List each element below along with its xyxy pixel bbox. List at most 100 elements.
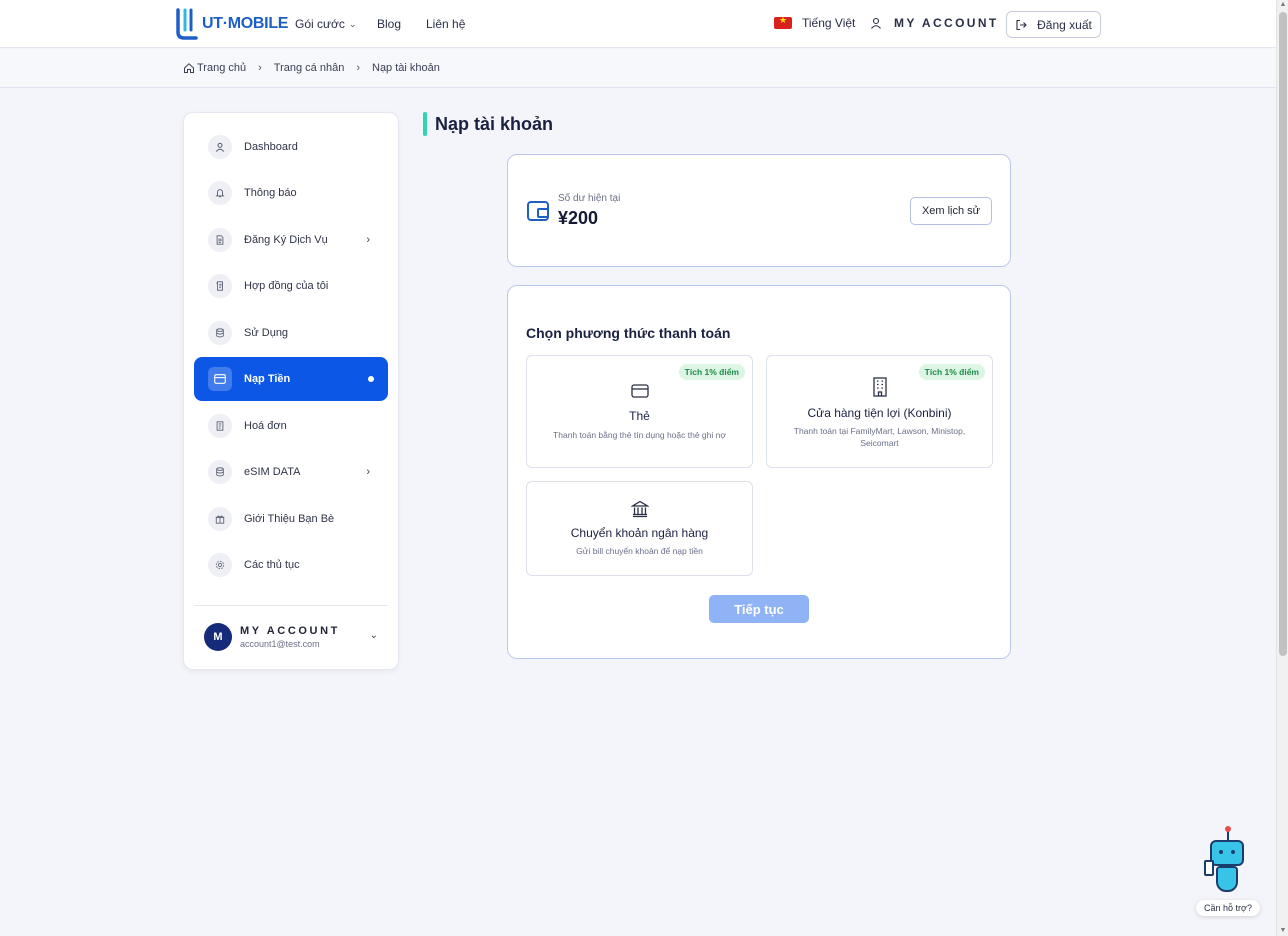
database-icon	[208, 321, 232, 345]
payment-option-bank-transfer[interactable]: Chuyển khoản ngân hàng Gửi bill chuyển k…	[526, 481, 753, 576]
scroll-down-arrow-icon[interactable]: ▼	[1279, 927, 1287, 935]
home-icon	[184, 63, 194, 73]
sidebar-item-label: Các thủ tục	[244, 559, 300, 571]
scrollbar-thumb[interactable]	[1279, 12, 1287, 656]
payment-option-desc: Thanh toán bằng thẻ tín dụng hoặc thẻ gh…	[553, 430, 726, 440]
user-email: account1@test.com	[240, 639, 320, 649]
sidebar-item-label: Sử Dụng	[244, 327, 289, 339]
wallet-icon	[527, 201, 549, 221]
active-indicator-dot	[368, 376, 374, 382]
brand-logo[interactable]: UT·MOBILE	[176, 8, 288, 40]
sidebar-user-menu[interactable]: M MY ACCOUNT account1@test.com ⌄	[204, 621, 380, 653]
account-label: MY ACCOUNT	[894, 16, 999, 30]
scrollbar[interactable]: ▲ ▼	[1276, 0, 1288, 936]
chevron-right-icon: ›	[366, 466, 370, 478]
logout-button[interactable]: Đăng xuất	[1006, 11, 1101, 38]
view-history-button[interactable]: Xem lịch sử	[910, 197, 992, 225]
phone-icon	[1204, 860, 1214, 876]
balance-value: ¥200	[558, 208, 599, 228]
document-icon	[208, 228, 232, 252]
nav-blog[interactable]: Blog	[377, 17, 401, 31]
breadcrumb-profile[interactable]: Trang cá nhân	[274, 62, 345, 74]
sidebar-item-esim-data[interactable]: eSIM DATA ›	[194, 450, 388, 494]
logo-mark-icon	[176, 8, 198, 40]
avatar: M	[204, 623, 232, 651]
robot-icon	[1210, 840, 1244, 866]
invoice-icon	[208, 414, 232, 438]
logo-text: UT·MOBILE	[202, 15, 289, 32]
account-menu[interactable]: MY ACCOUNT	[870, 16, 999, 30]
bell-icon	[208, 181, 232, 205]
payment-option-name: Cửa hàng tiện lợi (Konbini)	[807, 406, 952, 420]
robot-body	[1216, 866, 1238, 892]
chevron-right-icon: ›	[356, 62, 360, 74]
database-icon	[208, 460, 232, 484]
chevron-right-icon: ›	[366, 234, 370, 246]
sidebar-item-label: Hợp đồng của tôi	[244, 280, 329, 292]
payment-method-title: Chọn phương thức thanh toán	[526, 325, 731, 341]
sidebar: Dashboard Thông báo Đăng Ký Dịch Vụ › Hợ…	[183, 112, 399, 670]
chevron-down-icon: ⌄	[369, 630, 378, 641]
sidebar-item-label: Giới Thiệu Bạn Bè	[244, 513, 335, 525]
payment-option-name: Chuyển khoản ngân hàng	[570, 526, 709, 540]
user-icon	[871, 17, 881, 29]
breadcrumb-current: Nạp tài khoản	[372, 62, 440, 74]
language-switcher[interactable]: Tiếng Việt	[774, 15, 855, 30]
card-icon	[208, 367, 232, 391]
breadcrumb: Trang chủ › Trang cá nhân › Nạp tài khoả…	[183, 62, 440, 74]
payment-option-desc: Thanh toán tại FamilyMart, Lawson, Minis…	[793, 426, 966, 448]
gear-icon	[208, 553, 232, 577]
breadcrumb-bar: Trang chủ › Trang cá nhân › Nạp tài khoả…	[0, 49, 1276, 88]
payment-method-card: Chọn phương thức thanh toán Tích 1% điểm…	[507, 285, 1011, 659]
page-title: Nạp tài khoản	[435, 114, 554, 134]
contract-icon	[208, 274, 232, 298]
payment-option-desc: Gửi bill chuyển khoản để nạp tiền	[576, 546, 703, 556]
sidebar-item-dashboard[interactable]: Dashboard	[194, 125, 388, 169]
logout-icon	[1016, 19, 1027, 30]
payment-option-konbini[interactable]: Tích 1% điểm Cửa hàng tiện lợi (Konbini)…	[766, 355, 993, 468]
nav-lien-he[interactable]: Liên hệ	[426, 17, 465, 31]
payment-option-card[interactable]: Tích 1% điểm Thẻ Thanh toán bằng thẻ tín…	[526, 355, 753, 468]
sidebar-item-usage[interactable]: Sử Dụng	[194, 311, 388, 355]
gift-icon	[208, 507, 232, 531]
user-name: MY ACCOUNT	[240, 625, 340, 637]
robot-antenna	[1225, 826, 1231, 840]
chevron-right-icon: ›	[258, 62, 262, 74]
building-icon	[767, 377, 992, 402]
breadcrumb-home-label: Trang chủ	[197, 62, 247, 74]
nav-goi-cuoc-label: Gói cước	[295, 17, 345, 31]
bank-icon	[527, 500, 752, 523]
sidebar-item-procedures[interactable]: Các thủ tục	[194, 543, 388, 587]
balance-label: Số dư hiện tại	[558, 193, 621, 204]
sidebar-item-label: Thông báo	[244, 187, 297, 199]
sidebar-divider	[194, 605, 388, 606]
balance-card: Số dư hiện tại ¥200 Xem lịch sử	[507, 154, 1011, 267]
user-icon	[208, 135, 232, 159]
sidebar-item-invoices[interactable]: Hoá đơn	[194, 404, 388, 448]
top-header: UT·MOBILE Gói cước ⌄ Blog Liên hệ Tiếng …	[0, 0, 1276, 48]
scroll-up-arrow-icon[interactable]: ▲	[1279, 1, 1287, 9]
title-accent-bar	[423, 112, 427, 136]
sidebar-item-label: Nạp Tiền	[244, 373, 291, 385]
sidebar-item-label: Đăng Ký Dịch Vụ	[244, 234, 328, 246]
vietnam-flag-icon	[774, 15, 792, 29]
sidebar-item-contracts[interactable]: Hợp đồng của tôi	[194, 264, 388, 308]
sidebar-item-register-service[interactable]: Đăng Ký Dịch Vụ ›	[194, 218, 388, 262]
continue-button[interactable]: Tiếp tục	[709, 595, 809, 623]
nav-goi-cuoc[interactable]: Gói cước ⌄	[295, 17, 356, 31]
nav-lien-he-label: Liên hệ	[426, 17, 466, 31]
help-chat-widget[interactable]: Cần hỗ trợ?	[1196, 826, 1260, 918]
sidebar-item-topup[interactable]: Nạp Tiền	[194, 357, 388, 401]
sidebar-item-referral[interactable]: Giới Thiệu Bạn Bè	[194, 497, 388, 541]
sidebar-item-label: eSIM DATA	[244, 466, 301, 478]
sidebar-item-notifications[interactable]: Thông báo	[194, 171, 388, 215]
user-info: MY ACCOUNT account1@test.com	[240, 625, 340, 649]
credit-card-icon	[527, 384, 752, 403]
chevron-down-icon: ⌄	[348, 18, 357, 29]
help-label: Cần hỗ trợ?	[1196, 900, 1260, 916]
sidebar-item-label: Dashboard	[244, 141, 298, 153]
logout-label: Đăng xuất	[1037, 17, 1092, 32]
breadcrumb-home[interactable]: Trang chủ	[183, 62, 246, 74]
payment-option-name: Thẻ	[629, 409, 650, 423]
sidebar-item-label: Hoá đơn	[244, 420, 287, 432]
